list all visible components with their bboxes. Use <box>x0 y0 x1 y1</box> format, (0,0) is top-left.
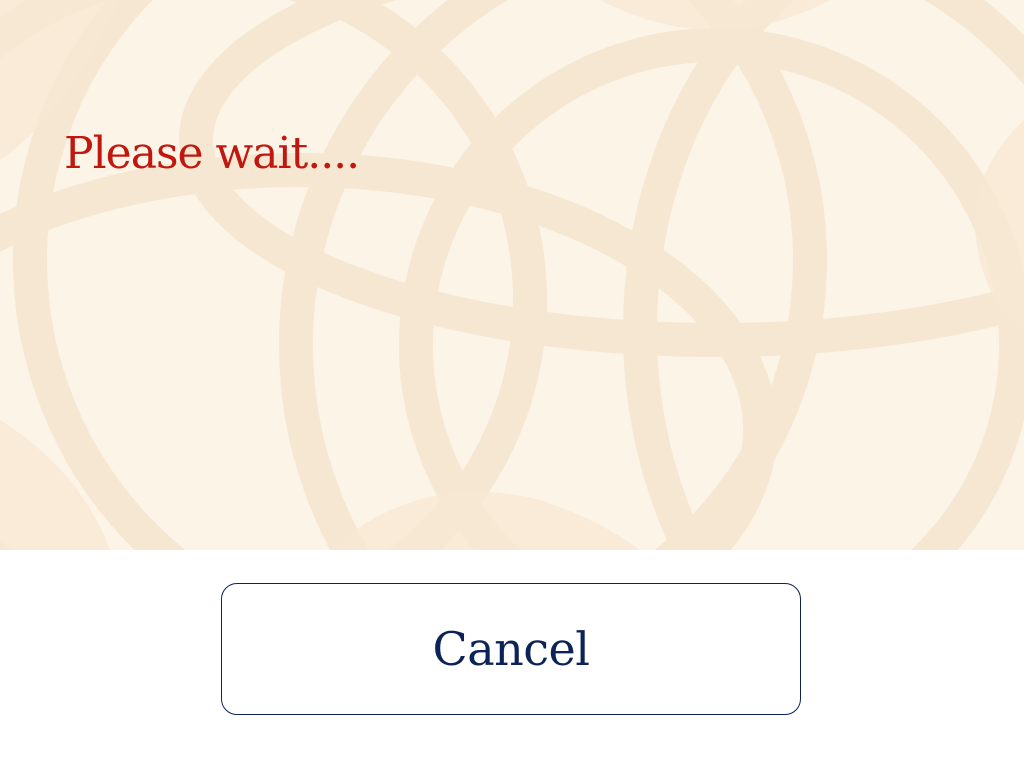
cancel-button[interactable]: Cancel <box>221 583 801 715</box>
please-wait-message: Please wait.... <box>64 128 360 179</box>
cancel-button-label: Cancel <box>432 622 590 676</box>
decorative-banner: Please wait.... <box>0 0 1024 550</box>
rosette-pattern-icon <box>0 0 1024 550</box>
action-footer: Cancel <box>0 550 1024 767</box>
please-wait-screen: Please wait.... Cancel <box>0 0 1024 767</box>
